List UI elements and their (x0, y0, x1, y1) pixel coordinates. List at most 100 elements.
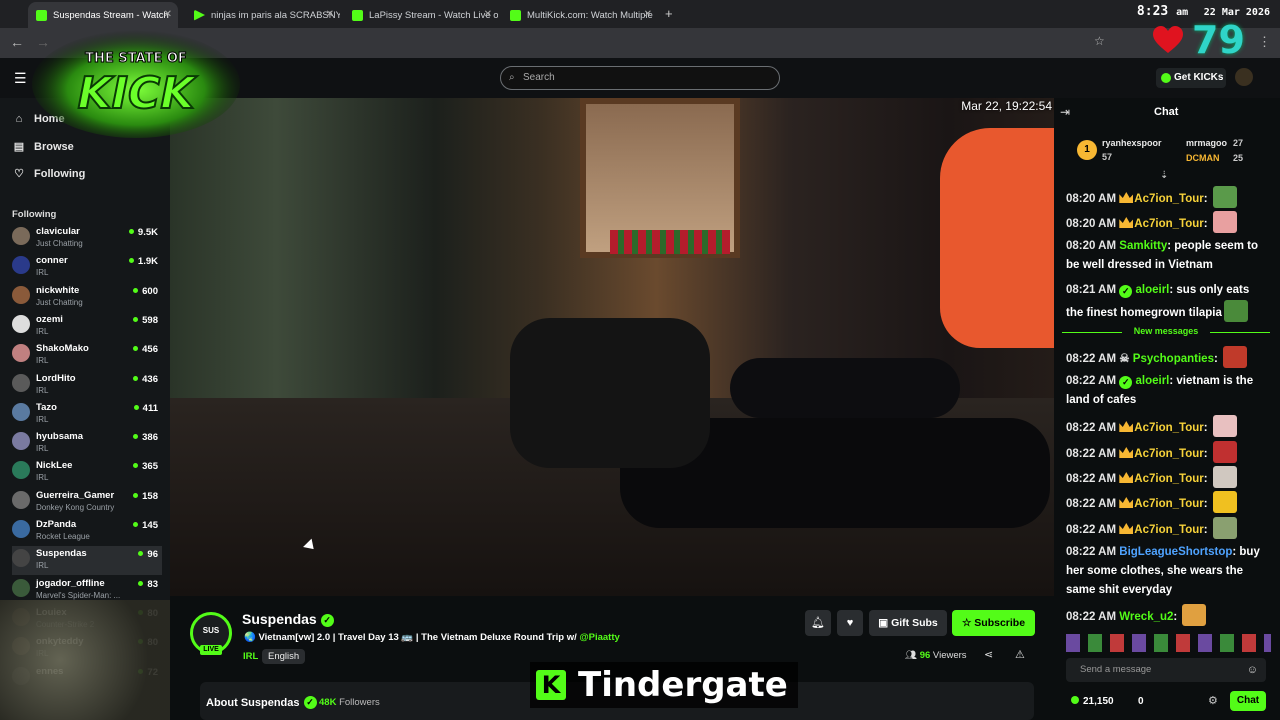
emote-icon (1212, 415, 1237, 437)
close-icon[interactable]: ✕ (644, 9, 652, 20)
following-name: Suspendas (36, 548, 87, 560)
menu-dots-icon[interactable]: ⋮ (1258, 34, 1271, 50)
get-kicks-button[interactable]: Get KICKs (1156, 68, 1226, 88)
subscribe-button[interactable]: ☆ Subscribe (952, 610, 1035, 636)
follow-heart-button[interactable]: ♥ (837, 610, 863, 636)
category-link[interactable]: IRL (243, 651, 258, 662)
emoji-icon[interactable]: ☺ (1247, 658, 1258, 682)
chat-username[interactable]: aloeirl (1135, 284, 1169, 296)
stream-title-mention[interactable]: @Piaatty (579, 632, 619, 643)
chat-timestamp: 08:22 AM (1066, 422, 1117, 434)
close-icon[interactable]: ✕ (326, 9, 334, 20)
chat-timestamp: 08:20 AM (1066, 218, 1117, 230)
heart-icon (1153, 26, 1183, 53)
bookmark-star-icon[interactable]: ☆ (1094, 34, 1105, 48)
kicks-balance[interactable]: 21,150 (1071, 696, 1114, 707)
verified-icon: ✓ (320, 614, 334, 627)
following-item[interactable]: NickLee IRL 365 (12, 458, 162, 487)
following-name: jogador_offline (36, 577, 105, 589)
viewer-count-number: 96 (919, 650, 931, 661)
chat-message: 08:22 AM Ac7ion_Tour: (1066, 517, 1266, 540)
counter-overlay: 79 (1192, 18, 1245, 62)
hamburger-menu-icon[interactable]: ☰ (14, 70, 27, 87)
following-category: Marvel's Spider-Man: ... (36, 590, 121, 600)
gift-subs-label: Gift Subs (891, 617, 938, 629)
chat-username[interactable]: Ac7ion_Tour (1134, 524, 1203, 536)
chat-username[interactable]: Ac7ion_Tour (1134, 473, 1203, 485)
top-gifter-name[interactable]: DCMAN (1186, 153, 1220, 163)
chat-timestamp: 08:20 AM (1066, 240, 1117, 252)
home-icon: ⌂ (15, 113, 23, 125)
chat-message: 08:22 AM Ac7ion_Tour: (1066, 441, 1266, 464)
share-icon[interactable]: ⋖ (984, 648, 993, 661)
close-icon[interactable]: ✕ (484, 9, 492, 20)
sidebar-item-following[interactable]: ♡ Following (12, 167, 85, 180)
chat-username[interactable]: Ac7ion_Tour (1134, 218, 1203, 230)
following-item[interactable]: Guerreira_Gamer Donkey Kong Country 158 (12, 488, 162, 517)
user-avatar[interactable] (1235, 68, 1253, 86)
search-input[interactable]: ⌕ Search (500, 66, 780, 90)
chat-username[interactable]: Ac7ion_Tour (1134, 422, 1203, 434)
sidebar-item-browse[interactable]: ▤ Browse (12, 140, 74, 153)
new-tab-button[interactable]: + (665, 6, 673, 21)
chat-timestamp: 08:22 AM (1066, 375, 1117, 387)
crown-badge-icon (1119, 523, 1134, 534)
video-player[interactable] (170, 98, 1054, 596)
search-icon: ⌕ (509, 72, 515, 83)
chat-username[interactable]: Ac7ion_Tour (1134, 448, 1203, 460)
following-item[interactable]: DzPanda Rocket League 145 (12, 517, 162, 546)
following-item[interactable]: ozemi IRL 598 (12, 312, 162, 341)
chat-input[interactable]: Send a message ☺ (1066, 658, 1266, 682)
gift-subs-button[interactable]: ▣ Gift Subs (869, 610, 947, 636)
following-category: IRL (36, 473, 49, 483)
chat-send-button[interactable]: Chat (1230, 691, 1266, 711)
following-item[interactable]: hyubsama IRL 386 (12, 429, 162, 458)
chat-username[interactable]: Ac7ion_Tour (1134, 193, 1203, 205)
following-item[interactable]: nickwhite Just Chatting 600 (12, 283, 162, 312)
avatar (12, 227, 30, 245)
tab-lapissy[interactable]: LaPissy Stream - Watch Live on ✕ (344, 2, 498, 28)
language-tag[interactable]: English (262, 649, 306, 664)
following-item[interactable]: clavicular Just Chatting 9.5K (12, 224, 162, 253)
following-item[interactable]: LordHito IRL 436 (12, 371, 162, 400)
emote-icon (1223, 346, 1247, 368)
following-item[interactable]: conner IRL 1.9K (12, 253, 162, 282)
avatar (12, 344, 30, 363)
emote-icon (1212, 517, 1237, 539)
chat-username[interactable]: Psychopanties (1133, 353, 1214, 365)
top-gifter-name[interactable]: mrmagoo (1186, 138, 1227, 148)
tab-multikick[interactable]: MultiKick.com: Watch Multiple ✕ (502, 2, 658, 28)
avatar (12, 256, 30, 275)
back-icon[interactable]: ← (10, 34, 24, 50)
close-icon[interactable]: ✕ (164, 9, 172, 20)
collapse-chat-icon[interactable]: ⇥ (1060, 105, 1070, 119)
chat-username[interactable]: BigLeagueShortstop (1119, 546, 1232, 558)
channel-name[interactable]: Suspendas ✓ (242, 611, 334, 627)
crown-badge-icon (1119, 192, 1134, 203)
heart-icon: ♥ (846, 617, 854, 629)
chat-username[interactable]: Wreck_u2 (1119, 611, 1173, 623)
top-gifter-name[interactable]: ryanhexspoor (1102, 138, 1162, 148)
chat-message: 08:22 AM Ac7ion_Tour: (1066, 466, 1266, 489)
chevron-down-icon[interactable]: ⇣ (1160, 170, 1168, 181)
emote-bar[interactable] (1066, 634, 1271, 652)
following-item[interactable]: ShakoMako IRL 456 (12, 341, 162, 370)
following-viewers: 365 (133, 461, 158, 472)
sub-gift-balance[interactable]: 0 (1138, 696, 1144, 707)
followers-count: 48K Followers (319, 697, 380, 708)
following-viewers: 386 (133, 432, 158, 443)
report-icon[interactable]: ⚠︎ (1015, 648, 1025, 661)
following-item[interactable]: Suspendas IRL 96 (12, 546, 162, 576)
chat-username[interactable]: aloeirl (1135, 375, 1169, 387)
top-gifter-count: 27 (1233, 138, 1244, 148)
following-item[interactable]: Tazo IRL 411 (12, 400, 162, 429)
following-viewers: 411 (134, 403, 158, 414)
chat-username[interactable]: Samkitty (1119, 240, 1167, 252)
chat-username[interactable]: Ac7ion_Tour (1134, 498, 1203, 510)
verified-badge-icon: ✓ (1119, 376, 1133, 389)
subscribe-label: Subscribe (974, 617, 1026, 629)
new-messages-divider[interactable]: New messages (1062, 326, 1270, 338)
gear-icon[interactable]: ⚙ (1208, 694, 1218, 707)
kick-favicon-icon (352, 9, 363, 21)
notification-bell-button[interactable]: 🔔︎ (805, 610, 831, 636)
